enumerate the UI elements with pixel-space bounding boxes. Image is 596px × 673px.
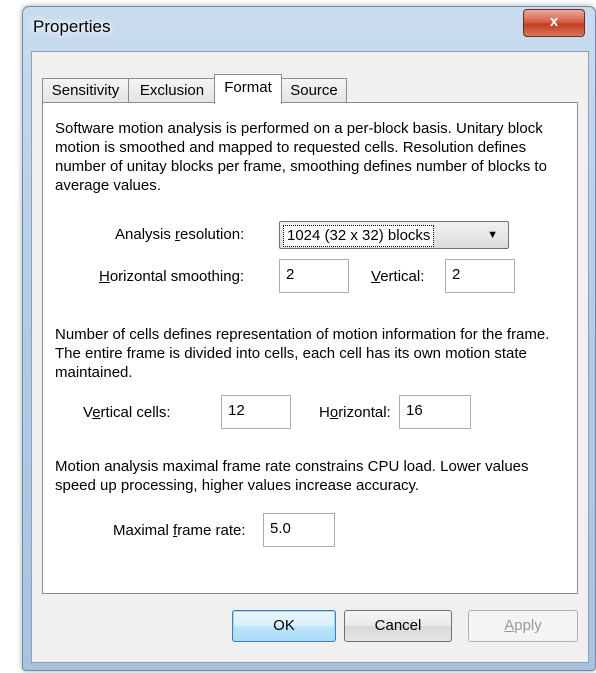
analysis-resolution-value: 1024 (32 x 32) blocks: [283, 225, 435, 247]
framerate-description-text: Motion analysis maximal frame rate const…: [55, 458, 529, 494]
tab-exclusion[interactable]: Exclusion: [128, 78, 216, 103]
vertical-smoothing-field[interactable]: 2: [445, 259, 515, 293]
ok-button[interactable]: OK: [232, 610, 336, 642]
analysis-resolution-label: Analysis resolution:: [115, 226, 245, 243]
max-frame-rate-field[interactable]: 5.0: [263, 513, 335, 547]
horizontal-smoothing-field[interactable]: 2: [279, 259, 349, 293]
format-tab-panel: Software motion analysis is performed on…: [42, 102, 578, 594]
horizontal-cells-field[interactable]: 16: [399, 395, 471, 429]
horizontal-cells-label: Horizontal:: [319, 404, 391, 421]
close-icon: x: [549, 13, 559, 30]
vertical-cells-label: Vertical cells:: [83, 404, 171, 421]
properties-dialog: Properties x Sensitivity Exclusion Forma…: [22, 6, 596, 671]
tab-format[interactable]: Format: [214, 74, 282, 104]
intro-text: Software motion analysis is performed on…: [55, 120, 547, 194]
tab-sensitivity[interactable]: Sensitivity: [42, 78, 129, 103]
cancel-button[interactable]: Cancel: [344, 610, 452, 642]
dialog-client-area: Sensitivity Exclusion Format Source Soft…: [31, 51, 589, 663]
vertical-smoothing-label: Vertical:: [371, 268, 425, 285]
cells-description-text: Number of cells defines representation o…: [55, 326, 550, 381]
chevron-down-icon: ▼: [487, 229, 498, 241]
analysis-resolution-dropdown[interactable]: 1024 (32 x 32) blocks ▼: [279, 221, 509, 249]
max-frame-rate-label: Maximal frame rate:: [113, 522, 246, 539]
title-bar[interactable]: Properties x: [23, 7, 595, 51]
close-button[interactable]: x: [523, 9, 585, 37]
apply-button[interactable]: Apply: [468, 610, 578, 642]
horizontal-smoothing-label: Horizontal smoothing:: [99, 268, 245, 285]
dialog-title: Properties: [33, 17, 111, 36]
tab-source[interactable]: Source: [281, 78, 347, 103]
vertical-cells-field[interactable]: 12: [221, 395, 291, 429]
